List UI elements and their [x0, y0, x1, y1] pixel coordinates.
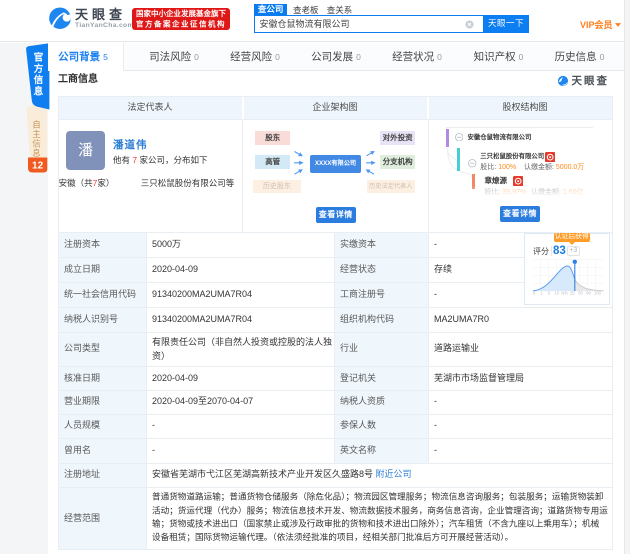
svg-text:自: 自 — [32, 120, 41, 130]
svg-text:12: 12 — [32, 161, 44, 172]
svg-text:信: 信 — [32, 139, 41, 149]
svg-text:方: 方 — [34, 63, 44, 75]
svg-text:50: 50 — [578, 291, 583, 295]
svg-text:99: 99 — [586, 291, 591, 295]
svg-text:主: 主 — [32, 129, 41, 139]
svg-text:100: 100 — [594, 291, 602, 295]
svg-text:息: 息 — [32, 148, 41, 158]
svg-text:0: 0 — [532, 291, 535, 295]
svg-text:息: 息 — [34, 85, 44, 97]
svg-text:1: 1 — [540, 291, 543, 295]
svg-text:官: 官 — [34, 52, 44, 64]
svg-text:5: 5 — [547, 291, 550, 295]
svg-text:25: 25 — [570, 291, 575, 295]
svg-text:10: 10 — [554, 291, 559, 295]
svg-text:N%: N% — [561, 291, 568, 295]
svg-text:信: 信 — [34, 74, 44, 86]
